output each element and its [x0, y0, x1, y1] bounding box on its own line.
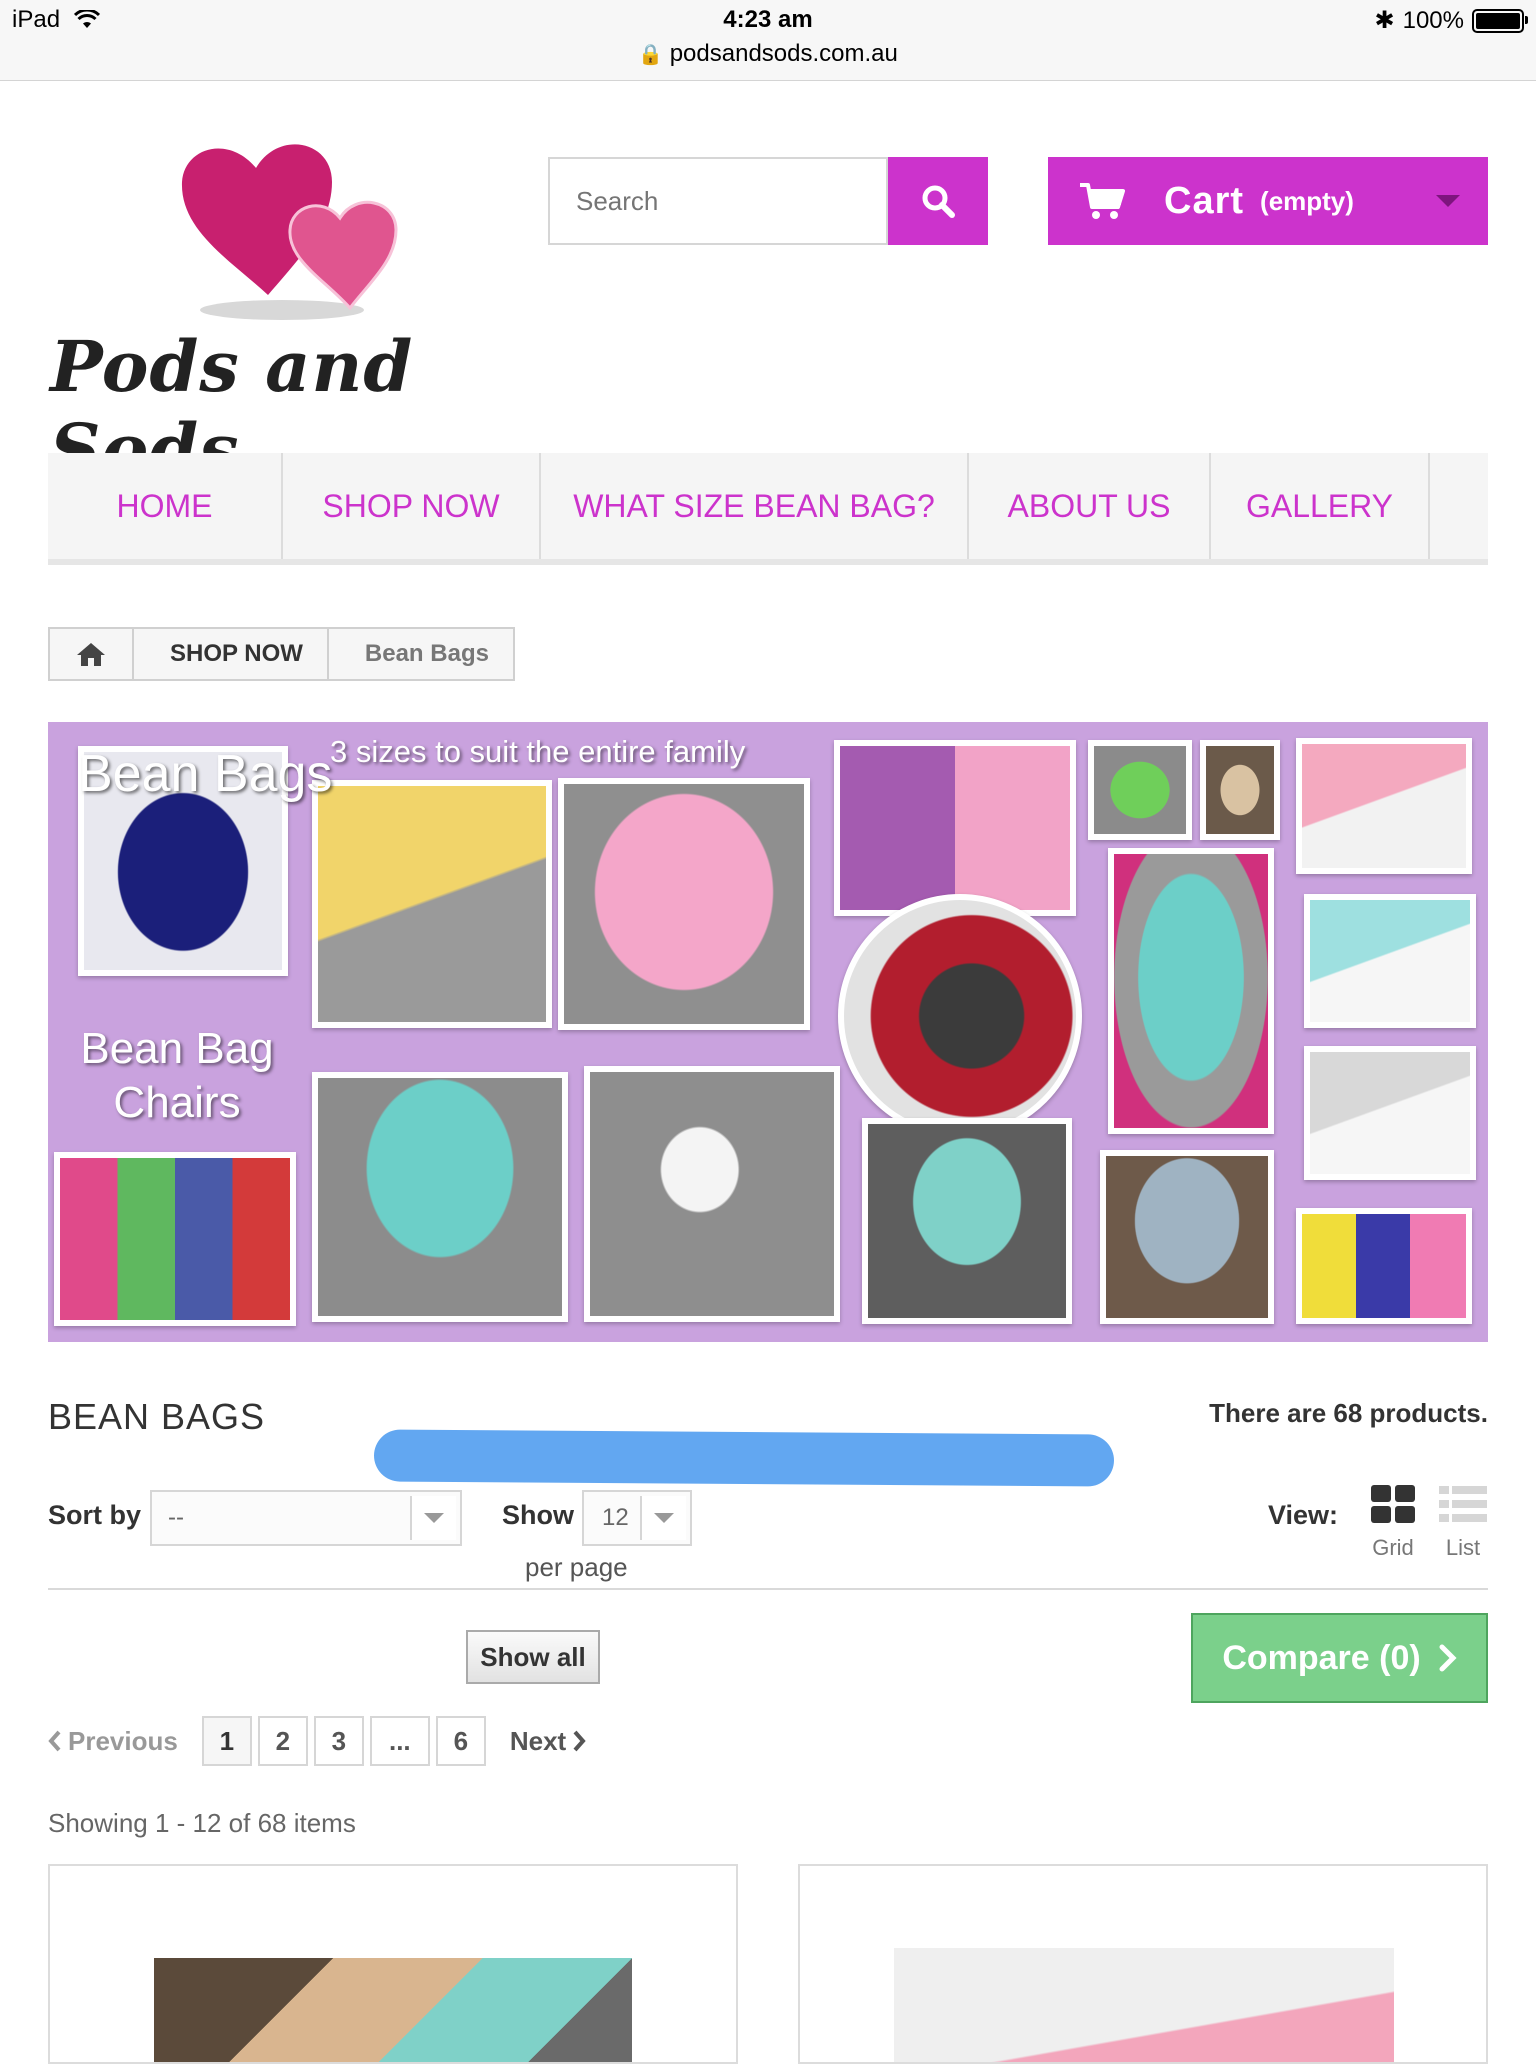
product-image[interactable]	[154, 1958, 632, 2062]
breadcrumb-home[interactable]	[50, 629, 134, 679]
view-label: View:	[1268, 1500, 1339, 1530]
search-icon	[922, 185, 955, 218]
grid-label: Grid	[1372, 1535, 1414, 1560]
shopping-cart-icon	[1080, 183, 1125, 219]
previous-label: Previous	[68, 1725, 178, 1756]
category-banner: Bean Bags 3 sizes to suit the entire fam…	[48, 722, 1488, 1342]
nav-item-shop-now[interactable]: SHOP NOW	[283, 453, 541, 559]
banner-photo	[1304, 1046, 1476, 1180]
show-label: Show	[502, 1500, 574, 1530]
search-input[interactable]	[550, 159, 886, 243]
battery-icon	[1472, 8, 1528, 33]
per-page-label: per page	[525, 1552, 628, 1582]
compare-button[interactable]: Compare (0)	[1191, 1613, 1488, 1703]
sort-select[interactable]: --	[150, 1490, 462, 1546]
banner-photo	[838, 894, 1082, 1138]
redaction-scribble	[373, 1429, 1115, 1487]
banner-subheading-line2: Chairs	[113, 1078, 241, 1127]
banner-photo	[312, 780, 552, 1028]
home-icon	[77, 643, 105, 666]
show-all-button[interactable]: Show all	[466, 1630, 600, 1684]
nav-item-gallery[interactable]: GALLERY	[1211, 453, 1430, 559]
chevron-down-icon	[1436, 195, 1460, 207]
chevron-left-icon	[48, 1730, 61, 1752]
sort-label: Sort by	[48, 1500, 142, 1530]
lock-icon: 🔒	[638, 44, 664, 66]
nav-item-about-us[interactable]: ABOUT US	[969, 453, 1211, 559]
showing-count: Showing 1 - 12 of 68 items	[48, 1808, 356, 1838]
banner-photo	[1304, 894, 1476, 1028]
banner-subheading-line1: Bean Bag	[80, 1024, 274, 1073]
previous-page-button[interactable]: Previous	[48, 1726, 178, 1757]
site-logo[interactable]: Pods and Sods	[40, 120, 500, 491]
toolbar-divider	[48, 1588, 1488, 1590]
page-2-button[interactable]: 2	[257, 1716, 308, 1766]
address-bar[interactable]: 🔒 podsandsods.com.au	[0, 40, 1536, 68]
pagination: Previous 1 2 3 ... 6 Next	[48, 1714, 586, 1768]
list-label: List	[1445, 1535, 1481, 1560]
bluetooth-icon: ✱	[1374, 7, 1395, 34]
page-6-button[interactable]: 6	[435, 1716, 486, 1766]
address-url[interactable]: podsandsods.com.au	[670, 40, 898, 67]
next-label: Next	[509, 1725, 567, 1756]
chevron-right-icon	[573, 1730, 586, 1752]
cart-button[interactable]: Cart (empty)	[1048, 157, 1488, 245]
page-1-button[interactable]: 1	[201, 1716, 252, 1766]
next-page-button[interactable]: Next	[510, 1726, 586, 1757]
banner-photo	[1200, 740, 1280, 840]
banner-photo	[1108, 848, 1274, 1134]
page-ellipsis: ...	[369, 1716, 430, 1766]
status-bar: iPad 4:23 am 🔒 podsandsods.com.au ✱ 100%	[0, 0, 1536, 81]
cart-label: Cart	[1164, 179, 1245, 222]
banner-photo	[1296, 738, 1472, 874]
breadcrumb-current: Bean Bags	[326, 629, 513, 679]
grid-icon	[1371, 1485, 1415, 1523]
banner-tagline: 3 sizes to suit the entire family	[330, 734, 746, 769]
nav-item-what-size[interactable]: WHAT SIZE BEAN BAG?	[541, 453, 969, 559]
product-image[interactable]	[894, 1948, 1394, 2062]
breadcrumb-shop-now[interactable]: SHOP NOW	[134, 629, 327, 679]
banner-photo	[834, 740, 1076, 916]
compare-label: Compare (0)	[1222, 1638, 1421, 1677]
cart-status: (empty)	[1260, 185, 1354, 216]
list-view-button[interactable]: List	[1438, 1484, 1488, 1561]
product-card[interactable]	[798, 1864, 1488, 2064]
per-page-value: 12	[602, 1504, 629, 1531]
grid-view-button[interactable]: Grid	[1368, 1484, 1418, 1561]
status-right: ✱ 100%	[1374, 6, 1528, 35]
list-icon	[1439, 1486, 1487, 1522]
page-3-button[interactable]: 3	[313, 1716, 364, 1766]
banner-photo	[54, 1152, 296, 1326]
sort-value: --	[168, 1504, 184, 1531]
product-card[interactable]	[48, 1864, 738, 2064]
banner-subheading: Bean Bag Chairs	[62, 1022, 292, 1130]
search-button[interactable]	[888, 157, 988, 245]
banner-heading: Bean Bags	[78, 745, 333, 803]
main-nav: HOME SHOP NOW WHAT SIZE BEAN BAG? ABOUT …	[48, 453, 1488, 565]
banner-photo	[584, 1066, 840, 1322]
nav-item-home[interactable]: HOME	[48, 453, 283, 559]
banner-photo	[312, 1072, 568, 1322]
breadcrumb: SHOP NOW Bean Bags	[48, 627, 515, 681]
battery-percent: 100%	[1402, 6, 1464, 34]
status-time: 4:23 am	[723, 6, 813, 33]
banner-photo	[558, 778, 810, 1030]
category-title: BEAN BAGS	[48, 1396, 266, 1437]
banner-photo	[1296, 1208, 1472, 1324]
chevron-right-icon	[1439, 1644, 1457, 1672]
product-count: There are 68 products.	[1209, 1398, 1488, 1428]
banner-photo	[1088, 740, 1192, 840]
banner-photo	[1100, 1150, 1274, 1324]
chevron-down-icon	[640, 1496, 686, 1540]
hearts-logo-icon	[181, 144, 398, 320]
chevron-down-icon	[410, 1496, 456, 1540]
per-page-select[interactable]: 12	[582, 1490, 692, 1546]
search-field-wrapper	[548, 157, 888, 245]
banner-photo	[862, 1118, 1072, 1324]
